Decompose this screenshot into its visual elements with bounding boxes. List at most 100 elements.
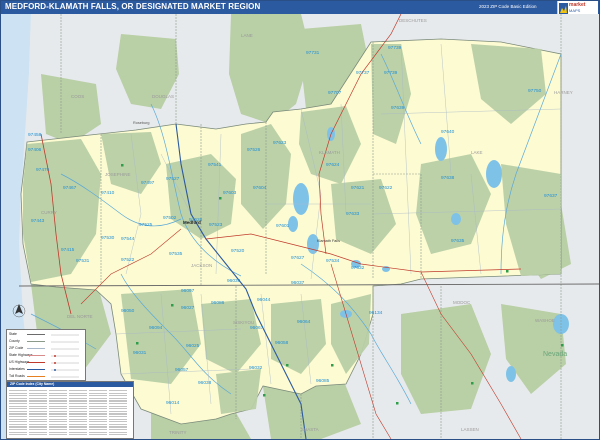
zip-code-index: ZIP Code Index (City Name) <box>6 381 134 439</box>
legend-examples <box>51 334 79 378</box>
zip-label: 97601 <box>276 223 290 229</box>
zip-label: 97467 <box>63 185 77 191</box>
map-legend: State County ZIP Code State Highways US … <box>6 329 86 381</box>
legend-label: Interstates <box>9 367 25 371</box>
zip-label: 97707 <box>328 90 342 96</box>
zip-label: 97627 <box>291 255 305 261</box>
city-label-roseburg: Roseburg <box>133 121 149 125</box>
zip-label: 97604 <box>253 185 267 191</box>
county-label: DESCHUTES <box>399 18 427 23</box>
zip-label: 97522 <box>121 257 135 263</box>
zip-label: 97458 <box>28 132 42 138</box>
legend-label: Toll Roads <box>9 374 25 378</box>
zip-label: 97410 <box>101 190 115 196</box>
county-label: WASHOE <box>535 318 555 323</box>
zip-label: 96064 <box>297 319 311 325</box>
zip-label: 97541 <box>208 162 222 168</box>
zip-label: 96058 <box>275 340 289 346</box>
zip-label: 97638 <box>441 175 455 181</box>
zip-label: 97737 <box>356 70 370 76</box>
index-column <box>29 389 47 437</box>
zip-label: 97497 <box>141 180 155 186</box>
legend-label: State <box>9 332 17 336</box>
county-label: LASSEN <box>461 427 479 432</box>
zip-label: 97502 <box>163 215 177 221</box>
map-canvas: LANE DESCHUTES HARNEY COOS DOUGLAS JOSEP… <box>1 14 599 439</box>
zip-label: 97640 <box>441 129 455 135</box>
index-column <box>49 389 67 437</box>
brand-line-2: MAPS <box>569 8 581 13</box>
city-label-medford: Medford <box>183 220 201 225</box>
zip-label: 97520 <box>231 248 245 254</box>
zip-label: 96037 <box>291 280 305 286</box>
zip-label: 97621 <box>351 185 365 191</box>
zip-label: 97637 <box>544 193 558 199</box>
zip-label: 97476 <box>36 167 50 173</box>
county-label: DOUGLAS <box>152 94 174 99</box>
legend-swatch <box>27 347 45 349</box>
zip-label: 96044 <box>257 297 271 303</box>
zip-label: 97527 <box>166 176 180 182</box>
zip-label: 97739 <box>388 45 402 51</box>
index-column <box>69 389 87 437</box>
zip-label: 97603 <box>223 190 237 196</box>
zip-label: 97531 <box>76 258 90 264</box>
legend-swatch <box>27 368 45 370</box>
county-label: SISKIYOU <box>233 320 254 325</box>
county-label: COOS <box>71 94 84 99</box>
zip-label: 96014 <box>166 400 180 406</box>
county-label: CURRY <box>41 210 57 215</box>
county-label: HARNEY <box>554 90 573 95</box>
zip-label: 96031 <box>133 350 147 356</box>
zip-label: 97622 <box>379 185 393 191</box>
zip-label: 96025 <box>186 343 200 349</box>
county-label: JOSEPHINE <box>105 172 131 177</box>
zip-label: 96094 <box>149 325 163 331</box>
zip-label: 96050 <box>121 308 135 314</box>
legend-label: County <box>9 339 20 343</box>
zip-label: 97623 <box>273 140 287 146</box>
zip-label: 97739 <box>384 70 398 76</box>
legend-swatch <box>27 340 45 342</box>
zip-label: 97406 <box>28 147 42 153</box>
edition-label: 2023 ZIP Code Basic Edition <box>479 4 537 9</box>
zip-label: 97530 <box>101 235 115 241</box>
zip-label: 97731 <box>306 50 320 56</box>
legend-swatch <box>27 354 45 356</box>
legend-label: ZIP Code <box>9 346 24 350</box>
zip-label: 97635 <box>451 238 465 244</box>
county-label: MODOC <box>453 300 471 305</box>
index-column <box>9 389 27 437</box>
legend-swatch <box>27 361 45 363</box>
state-label-nevada: Nevada <box>543 351 567 358</box>
map-title: MEDFORD-KLAMATH FALLS, OR DESIGNATED MAR… <box>5 2 261 11</box>
title-bar: MEDFORD-KLAMATH FALLS, OR DESIGNATED MAR… <box>1 1 599 14</box>
zip-label: 96039 <box>227 278 241 284</box>
county-label: KLAMATH <box>319 150 340 155</box>
county-label: SHASTA <box>301 427 319 432</box>
zip-label: 97415 <box>61 247 75 253</box>
zip-label: 97544 <box>121 236 135 242</box>
legend-swatch <box>27 375 45 377</box>
zip-label: 97443 <box>31 218 45 224</box>
zip-label: 97523 <box>209 222 223 228</box>
county-label: DEL NORTE <box>67 314 93 319</box>
index-column <box>109 389 127 437</box>
zip-label: 96032 <box>249 365 263 371</box>
county-label: LAKE <box>471 150 483 155</box>
zip-label: 96086 <box>211 300 225 306</box>
county-label: LANE <box>241 33 253 38</box>
city-label-klamath-falls: Klamath Falls <box>317 239 340 243</box>
zip-label: 96038 <box>198 380 212 386</box>
zip-label: 97633 <box>346 211 360 217</box>
index-title: ZIP Code Index (City Name) <box>7 382 133 387</box>
zip-label: 97639 <box>391 105 405 111</box>
county-label: TRINITY <box>169 430 187 435</box>
zip-label: 97624 <box>326 162 340 168</box>
zip-label: 96027 <box>181 305 195 311</box>
zip-label: 97632 <box>351 265 365 271</box>
zip-label: 96134 <box>369 310 383 316</box>
county-label: JACKSON <box>191 263 212 268</box>
index-column <box>89 389 107 437</box>
legend-swatch <box>27 333 45 335</box>
